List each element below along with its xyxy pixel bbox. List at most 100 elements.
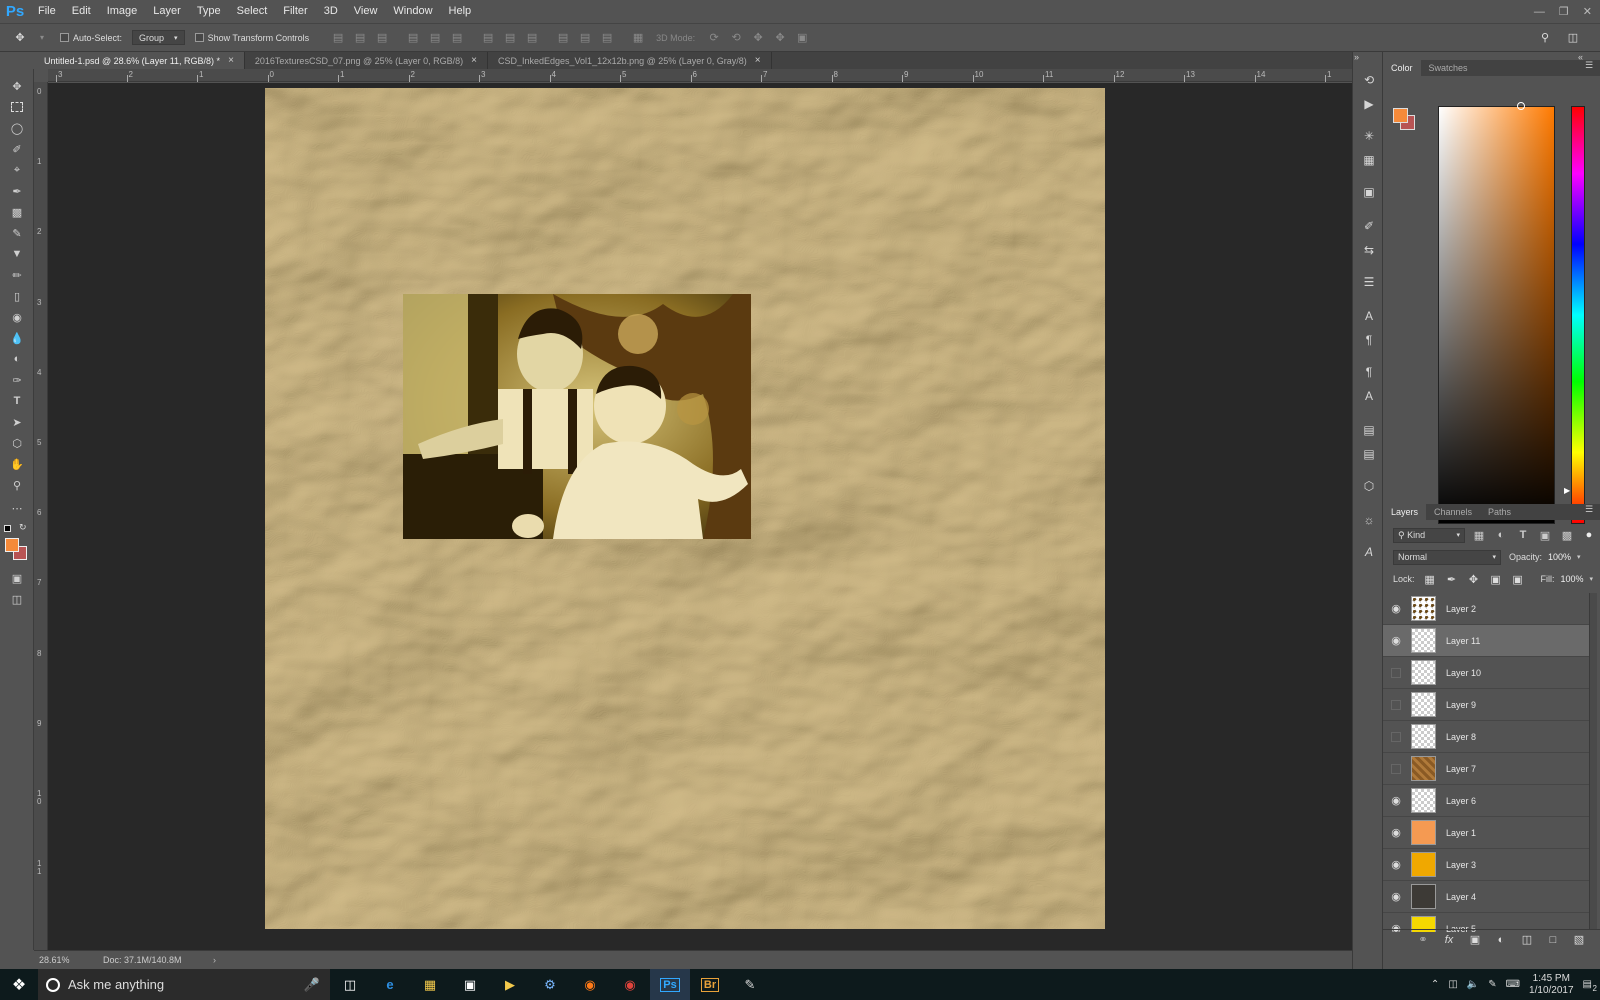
restore-icon[interactable]: ❐ (1559, 5, 1569, 18)
layer-row[interactable]: ◉ Layer 2 (1383, 593, 1589, 625)
brushes-icon[interactable]: ✳ (1361, 128, 1377, 144)
path-select-tool-icon[interactable]: ➤ (7, 413, 27, 431)
close-tab-icon[interactable]: × (755, 55, 761, 66)
panel-tab-layers[interactable]: Layers (1383, 504, 1427, 520)
lock-transparent-icon[interactable]: ▦ (1424, 573, 1436, 586)
swap-colors-icon[interactable]: ↻ (19, 522, 27, 533)
fill-input[interactable]: 100% (1561, 574, 1584, 584)
align-top-icon[interactable]: ▤ (332, 32, 344, 44)
eye-icon[interactable]: ◉ (1383, 826, 1409, 839)
properties-icon[interactable]: ☰ (1361, 274, 1377, 290)
layers-panel-menu-icon[interactable]: ☰ (1585, 504, 1593, 515)
info-icon[interactable]: ▤ (1361, 446, 1377, 462)
adjustment-layer-icon[interactable]: ◐ (1495, 934, 1507, 946)
panel-foreground-swatch[interactable] (1393, 108, 1408, 123)
eye-hidden-icon[interactable] (1383, 731, 1409, 742)
filter-smart-object-icon[interactable]: ▩ (1561, 529, 1573, 542)
firefox-icon[interactable]: ◉ (570, 969, 610, 1000)
action-center-icon[interactable]: ▤ 2 (1583, 979, 1597, 993)
filter-type-icon[interactable]: T (1517, 529, 1529, 541)
shape-tool-icon[interactable]: ⬡ (7, 434, 27, 452)
filter-kind-dropdown[interactable]: ⚲ Kind ▾ (1393, 527, 1465, 543)
clock[interactable]: 1:45 PM 1/10/2017 (1529, 973, 1574, 997)
canvas-area[interactable] (48, 83, 1352, 950)
menu-type[interactable]: Type (189, 0, 229, 23)
link-layers-icon[interactable]: ⚭ (1417, 934, 1429, 946)
align-hcenter-icon[interactable]: ▤ (429, 32, 441, 44)
3d-orbit-icon[interactable]: ⟳ (708, 32, 720, 44)
menu-help[interactable]: Help (441, 0, 480, 23)
align-bottom-icon[interactable]: ▤ (376, 32, 388, 44)
search-icon[interactable]: ⚲ (1539, 31, 1551, 44)
file-explorer-icon[interactable]: ▦ (410, 969, 450, 1000)
more-tools-icon[interactable]: ⋯ (7, 499, 27, 517)
layer-row[interactable]: ◉ Layer 1 (1383, 817, 1589, 849)
filter-pixel-icon[interactable]: ▦ (1473, 529, 1485, 542)
3d-pan-icon[interactable]: ✥ (752, 32, 764, 44)
screen-mode-icon[interactable]: ◫ (7, 590, 27, 608)
menu-3d[interactable]: 3D (316, 0, 346, 23)
3d-scale-icon[interactable]: ▣ (796, 32, 808, 44)
align-vcenter-icon[interactable]: ▤ (354, 32, 366, 44)
blend-mode-dropdown[interactable]: Normal ▾ (1393, 549, 1501, 565)
opacity-input[interactable]: 100% (1548, 552, 1571, 562)
align-left-icon[interactable]: ▤ (407, 32, 419, 44)
layer-style-icon[interactable]: fx (1443, 934, 1455, 946)
glyphs-icon[interactable]: A (1361, 544, 1377, 560)
notes-icon[interactable]: ▤ (1361, 422, 1377, 438)
align-right-icon[interactable]: ▤ (451, 32, 463, 44)
dodge-tool-icon[interactable]: ◐ (7, 350, 27, 368)
layer-row[interactable]: ◉ Layer 4 (1383, 881, 1589, 913)
eye-icon[interactable]: ◉ (1383, 634, 1409, 647)
media-player-icon[interactable]: ▶ (490, 969, 530, 1000)
eye-icon[interactable]: ◉ (1383, 794, 1409, 807)
filter-toggle-icon[interactable]: ● (1583, 529, 1595, 541)
filter-shape-icon[interactable]: ▣ (1539, 529, 1551, 542)
settings-app-icon[interactable]: ⚙ (530, 969, 570, 1000)
distribute-vcenter-icon[interactable]: ▤ (504, 32, 516, 44)
microphone-icon[interactable]: 🎤 (304, 977, 320, 993)
hand-tool-icon[interactable]: ✋ (7, 455, 27, 473)
lock-pixels-icon[interactable]: ✒ (1446, 573, 1458, 586)
new-group-icon[interactable]: ◫ (1521, 934, 1533, 946)
brush-tool-icon[interactable]: ✎ (7, 224, 27, 242)
store-icon[interactable]: ▣ (450, 969, 490, 1000)
opacity-dropdown-icon[interactable]: ▾ (1577, 553, 1581, 561)
close-tab-icon[interactable]: × (228, 55, 234, 66)
photoshop-taskbar-icon[interactable]: Ps (650, 969, 690, 1000)
hue-slider[interactable] (1571, 106, 1585, 524)
history-brush-tool-icon[interactable]: ✏ (7, 266, 27, 284)
menu-file[interactable]: File (30, 0, 64, 23)
chevron-down-icon[interactable]: ▾ (36, 32, 48, 44)
close-icon[interactable]: ✕ (1583, 5, 1592, 18)
distribute-top-icon[interactable]: ▤ (482, 32, 494, 44)
default-colors-icon[interactable] (4, 525, 11, 532)
eye-icon[interactable]: ◉ (1383, 858, 1409, 871)
quick-select-tool-icon[interactable]: ✐ (7, 140, 27, 158)
menu-view[interactable]: View (346, 0, 386, 23)
delete-layer-icon[interactable]: ▧ (1573, 934, 1585, 946)
brush-presets-icon[interactable]: ▦ (1361, 152, 1377, 168)
pen-icon[interactable]: ✎ (1488, 979, 1496, 990)
adjustments-icon[interactable]: ⇆ (1361, 242, 1377, 258)
eye-icon[interactable]: ◉ (1383, 890, 1409, 903)
layer-row[interactable]: Layer 9 (1383, 689, 1589, 721)
3d-icon[interactable]: ⬡ (1361, 478, 1377, 494)
3d-slide-icon[interactable]: ✥ (774, 32, 786, 44)
layer-mask-icon[interactable]: ▣ (1469, 934, 1481, 946)
color-field[interactable] (1438, 106, 1555, 524)
healing-brush-tool-icon[interactable]: ▩ (7, 203, 27, 221)
panel-tab-channels[interactable]: Channels (1426, 504, 1480, 520)
layer-row[interactable]: Layer 7 (1383, 753, 1589, 785)
layer-row[interactable]: ◉ Layer 6 (1383, 785, 1589, 817)
lasso-tool-icon[interactable]: ◯ (7, 119, 27, 137)
menu-image[interactable]: Image (99, 0, 146, 23)
eyedropper-tool-icon[interactable]: ✒ (7, 182, 27, 200)
fill-dropdown-icon[interactable]: ▾ (1590, 575, 1594, 583)
crop-tool-icon[interactable]: ⌖ (7, 161, 27, 179)
document-canvas[interactable] (265, 88, 1105, 929)
paint-icon[interactable]: ✎ (730, 969, 770, 1000)
bridge-taskbar-icon[interactable]: Br (690, 969, 730, 1000)
auto-align-icon[interactable]: ▦ (632, 32, 644, 44)
marquee-tool-icon[interactable] (7, 98, 27, 116)
